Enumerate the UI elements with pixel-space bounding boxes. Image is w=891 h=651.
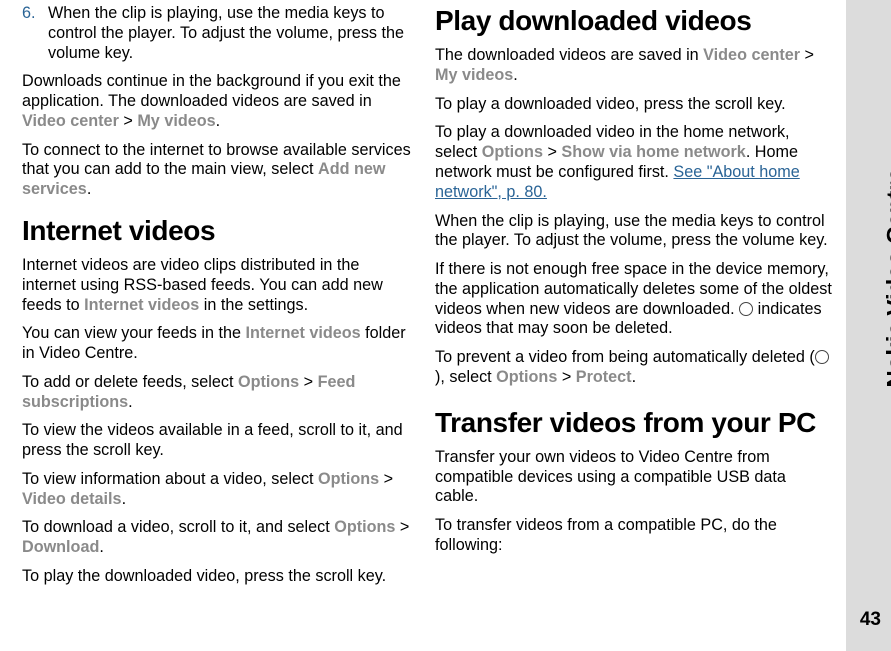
text: To download a video, scroll to it, and s… [22,518,334,536]
paragraph: To transfer videos from a compatible PC,… [435,516,833,556]
text: . [128,393,133,411]
ui-label-video-details: Video details [22,490,122,508]
paragraph: If there is not enough free space in the… [435,260,833,339]
nav-separator: > [395,518,409,536]
text: The downloaded videos are saved in [435,46,703,64]
section-side-label: Nokia Video Centre [883,168,891,388]
text: Downloads continue in the background if … [22,72,401,110]
paragraph: To download a video, scroll to it, and s… [22,518,417,558]
text: To add or delete feeds, select [22,373,238,391]
paragraph: Internet videos are video clips distribu… [22,256,417,315]
paragraph: To view the videos available in a feed, … [22,421,417,461]
paragraph: To play a downloaded video, press the sc… [435,95,833,115]
heading-internet-videos: Internet videos [22,214,417,248]
text: . [632,368,637,386]
paragraph: To play a downloaded video in the home n… [435,123,833,202]
paragraph: The downloaded videos are saved in Video… [435,46,833,86]
left-column: 6. When the clip is playing, use the med… [22,4,417,647]
delete-indicator-icon [815,350,829,364]
nav-separator: > [119,112,137,130]
ui-label-my-videos: My videos [435,66,513,84]
text: ), select [435,368,496,386]
paragraph: To view information about a video, selec… [22,470,417,510]
text: . [122,490,127,508]
paragraph: To connect to the internet to browse ava… [22,141,417,200]
step-6: 6. When the clip is playing, use the med… [22,4,417,63]
text: To view information about a video, selec… [22,470,318,488]
text: You can view your feeds in the [22,324,245,342]
ui-label-download: Download [22,538,99,556]
ui-label-options: Options [496,368,557,386]
step-text: When the clip is playing, use the media … [48,4,417,63]
text: in the settings. [199,296,308,314]
ui-label-internet-videos: Internet videos [245,324,360,342]
ui-label-video-center: Video center [22,112,119,130]
ui-label-my-videos: My videos [137,112,215,130]
page-content: 6. When the clip is playing, use the med… [0,0,891,651]
paragraph: To prevent a video from being automatica… [435,348,833,388]
ui-label-options: Options [482,143,543,161]
nav-separator: > [557,368,575,386]
paragraph: To add or delete feeds, select Options >… [22,373,417,413]
paragraph: To play the downloaded video, press the … [22,567,417,587]
delete-indicator-icon [739,302,753,316]
ui-label-options: Options [318,470,379,488]
paragraph: Downloads continue in the background if … [22,72,417,131]
nav-separator: > [800,46,814,64]
text: . [99,538,104,556]
page-number: 43 [860,609,881,631]
paragraph: You can view your feeds in the Internet … [22,324,417,364]
text: . [87,180,92,198]
heading-play-downloaded: Play downloaded videos [435,4,833,38]
nav-separator: > [543,143,561,161]
ui-label-show-via-home-network: Show via home network [561,143,745,161]
ui-label-video-center: Video center [703,46,800,64]
nav-separator: > [379,470,393,488]
paragraph: When the clip is playing, use the media … [435,212,833,252]
ui-label-options: Options [238,373,299,391]
paragraph: Transfer your own videos to Video Centre… [435,448,833,507]
nav-separator: > [299,373,317,391]
heading-transfer-videos: Transfer videos from your PC [435,406,833,440]
ui-label-internet-videos: Internet videos [84,296,199,314]
ui-label-protect: Protect [576,368,632,386]
right-column: Play downloaded videos The downloaded vi… [435,4,833,647]
text: To prevent a video from being automatica… [435,348,815,366]
text: . [513,66,518,84]
step-number: 6. [22,4,48,63]
text: . [216,112,221,130]
ui-label-options: Options [334,518,395,536]
